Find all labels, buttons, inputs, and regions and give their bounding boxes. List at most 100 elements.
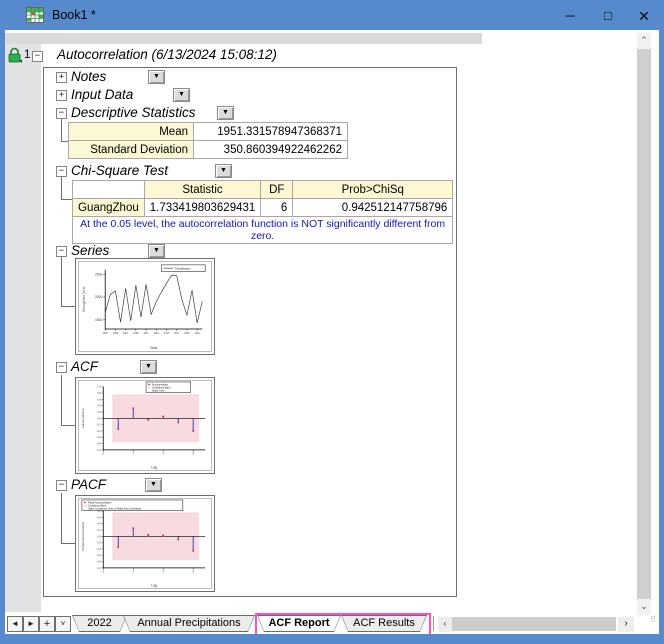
add-sheet-button[interactable]: +	[39, 616, 55, 632]
section-label-descriptive-statistics[interactable]: Descriptive Statistics	[71, 105, 196, 120]
prob-cell: 0.942512147758796	[292, 198, 454, 217]
header-cell: Statistic	[143, 180, 262, 199]
root-collapse-toggle[interactable]: −	[32, 51, 43, 62]
vertical-scrollbar[interactable]: ⌃ ⌄	[637, 33, 651, 615]
pacf-collapse-toggle[interactable]: −	[56, 480, 67, 491]
maximize-icon[interactable]: □	[596, 6, 620, 26]
tree-connector	[61, 119, 62, 141]
svg-text:2: 2	[132, 570, 134, 574]
svg-text:Partial Autocorrelation: Partial Autocorrelation	[81, 522, 85, 551]
svg-text:4: 4	[162, 570, 164, 574]
tree-connector	[61, 493, 62, 543]
sheet-list-button[interactable]: ˅	[55, 616, 71, 632]
pacf-graph[interactable]: 1.00.80.60.40.20.0-0.2-0.4-0.6-0.8-1.002…	[75, 495, 215, 592]
notes-expand-toggle[interactable]: +	[56, 72, 67, 83]
svg-text:0.2: 0.2	[97, 529, 101, 532]
minimize-icon[interactable]: ─	[558, 6, 582, 26]
scroll-down-icon[interactable]: ⌄	[637, 599, 651, 615]
hscroll-thumb[interactable]	[452, 617, 616, 631]
pacf-dropdown-button[interactable]: ▼	[145, 478, 162, 492]
acf-graph-canvas: 1.0 0.8 0.6 0.4 0.2 0.0 -0.2 -0.4 -0.6 -0.8 -1.0 0 2…	[78, 380, 212, 471]
svg-text:0.4: 0.4	[97, 405, 101, 408]
input-data-dropdown-button[interactable]: ▼	[173, 88, 190, 102]
df-cell: 6	[260, 198, 294, 217]
svg-text:-0.2: -0.2	[96, 542, 101, 545]
chi-square-table: Statistic DF Prob>ChiSq GuangZhou 1.7334…	[71, 180, 454, 244]
stat-value-cell: 1951.331578947368371	[193, 122, 348, 141]
svg-text:Autocorrelation: Autocorrelation	[81, 408, 85, 428]
descriptive-statistics-table: Mean 1951.331578947368371 Standard Devia…	[68, 122, 348, 159]
section-label-acf[interactable]: ACF	[71, 359, 98, 374]
input-data-expand-toggle[interactable]: +	[56, 90, 67, 101]
section-label-pacf[interactable]: PACF	[71, 477, 106, 492]
svg-text:-1.0: -1.0	[96, 449, 101, 452]
svg-text:2003: 2003	[103, 333, 109, 335]
svg-text:2000: 2000	[95, 295, 103, 299]
hscroll-left-icon[interactable]: ‹	[438, 617, 452, 632]
tree-connector	[61, 425, 75, 426]
svg-text:2009: 2009	[133, 333, 139, 335]
tree-connector	[61, 177, 62, 199]
svg-text:Lag: Lag	[151, 584, 157, 588]
window-titlebar[interactable]: Book1 * ─ □ ✕	[0, 0, 664, 30]
series-dropdown-button[interactable]: ▼	[148, 244, 165, 258]
header-strip	[5, 33, 482, 44]
tree-connector	[61, 375, 62, 425]
svg-text:0.2: 0.2	[97, 411, 101, 414]
chi-square-collapse-toggle[interactable]: −	[56, 166, 67, 177]
acf-collapse-toggle[interactable]: −	[56, 362, 67, 373]
svg-text:0.4: 0.4	[97, 523, 101, 526]
scroll-up-icon[interactable]: ⌃	[637, 33, 651, 49]
section-label-series[interactable]: Series	[71, 243, 109, 258]
section-label-input-data[interactable]: Input Data	[71, 87, 133, 102]
pacf-graph-canvas: 1.00.80.60.40.20.0-0.2-0.4-0.6-0.8-1.002…	[78, 498, 212, 589]
section-label-notes[interactable]: Notes	[71, 69, 106, 84]
acf-dropdown-button[interactable]: ▼	[140, 360, 157, 374]
chi-square-dropdown-button[interactable]: ▼	[215, 164, 232, 178]
notes-dropdown-button[interactable]: ▼	[148, 70, 165, 84]
tab-next-button[interactable]: ►	[23, 616, 39, 632]
svg-text:0: 0	[102, 570, 104, 574]
worksheet-icon	[26, 7, 44, 23]
report-title[interactable]: Autocorrelation (6/13/2024 15:08:12)	[57, 47, 277, 62]
svg-text:GuangZhou (Mm): GuangZhou (Mm)	[82, 287, 86, 313]
tab-prev-button[interactable]: ◄	[7, 616, 23, 632]
series-graph[interactable]: 1500 2000 2500 2003 2005 2007 2009 2011 2013 2015…	[75, 258, 215, 355]
svg-text:-0.6: -0.6	[96, 436, 101, 439]
table-row: Mean 1951.331578947368371	[68, 122, 348, 141]
svg-text:2015: 2015	[164, 333, 170, 335]
tab-separator	[433, 616, 434, 631]
window-title: Book1 *	[52, 8, 96, 22]
section-label-chi-square-test[interactable]: Chi-Square Test	[71, 163, 168, 178]
tab-annual-precipitations[interactable]: Annual Precipitations	[123, 615, 255, 632]
resize-grip[interactable]: ⠿	[641, 616, 657, 632]
chi-square-footnote: At the 0.05 level, the autocorrelation f…	[71, 216, 454, 244]
hscroll-right-icon[interactable]: ›	[618, 617, 634, 632]
svg-text:0.8: 0.8	[97, 392, 101, 395]
tree-connector	[61, 306, 75, 307]
statistic-cell: 1.733419803629431	[143, 198, 262, 217]
svg-text:Precipitation: Precipitation	[175, 266, 191, 270]
report-sheet-area: 1 − Autocorrelation (6/13/2024 15:08:12)…	[5, 30, 659, 634]
lock-icon	[8, 47, 22, 63]
svg-text:2019: 2019	[184, 333, 190, 335]
header-cell	[72, 180, 145, 199]
svg-text:0.0: 0.0	[97, 417, 101, 420]
tab-acf-report[interactable]: ACF Report	[257, 615, 341, 632]
tab-2022[interactable]: 2022	[72, 615, 127, 632]
descriptive-statistics-dropdown-button[interactable]: ▼	[217, 106, 234, 120]
svg-text:-0.4: -0.4	[96, 548, 101, 551]
svg-text:1500: 1500	[95, 318, 103, 322]
stat-name-cell: Mean	[68, 122, 194, 141]
svg-text:Lag: Lag	[151, 466, 157, 470]
stat-name-cell: Standard Deviation	[68, 140, 194, 159]
tab-acf-results[interactable]: ACF Results	[341, 615, 427, 632]
svg-text:0.6: 0.6	[97, 398, 101, 401]
svg-text:-1.0: -1.0	[96, 567, 101, 570]
descriptive-statistics-collapse-toggle[interactable]: −	[56, 108, 67, 119]
tree-connector	[61, 199, 72, 200]
close-icon[interactable]: ✕	[632, 6, 656, 26]
acf-graph[interactable]: 1.0 0.8 0.6 0.4 0.2 0.0 -0.2 -0.4 -0.6 -0.8 -1.0 0 2…	[75, 377, 215, 474]
series-collapse-toggle[interactable]: −	[56, 246, 67, 257]
svg-text:Upper Confidence Limit of Part: Upper Confidence Limit of Partial Auto-C…	[88, 507, 142, 510]
